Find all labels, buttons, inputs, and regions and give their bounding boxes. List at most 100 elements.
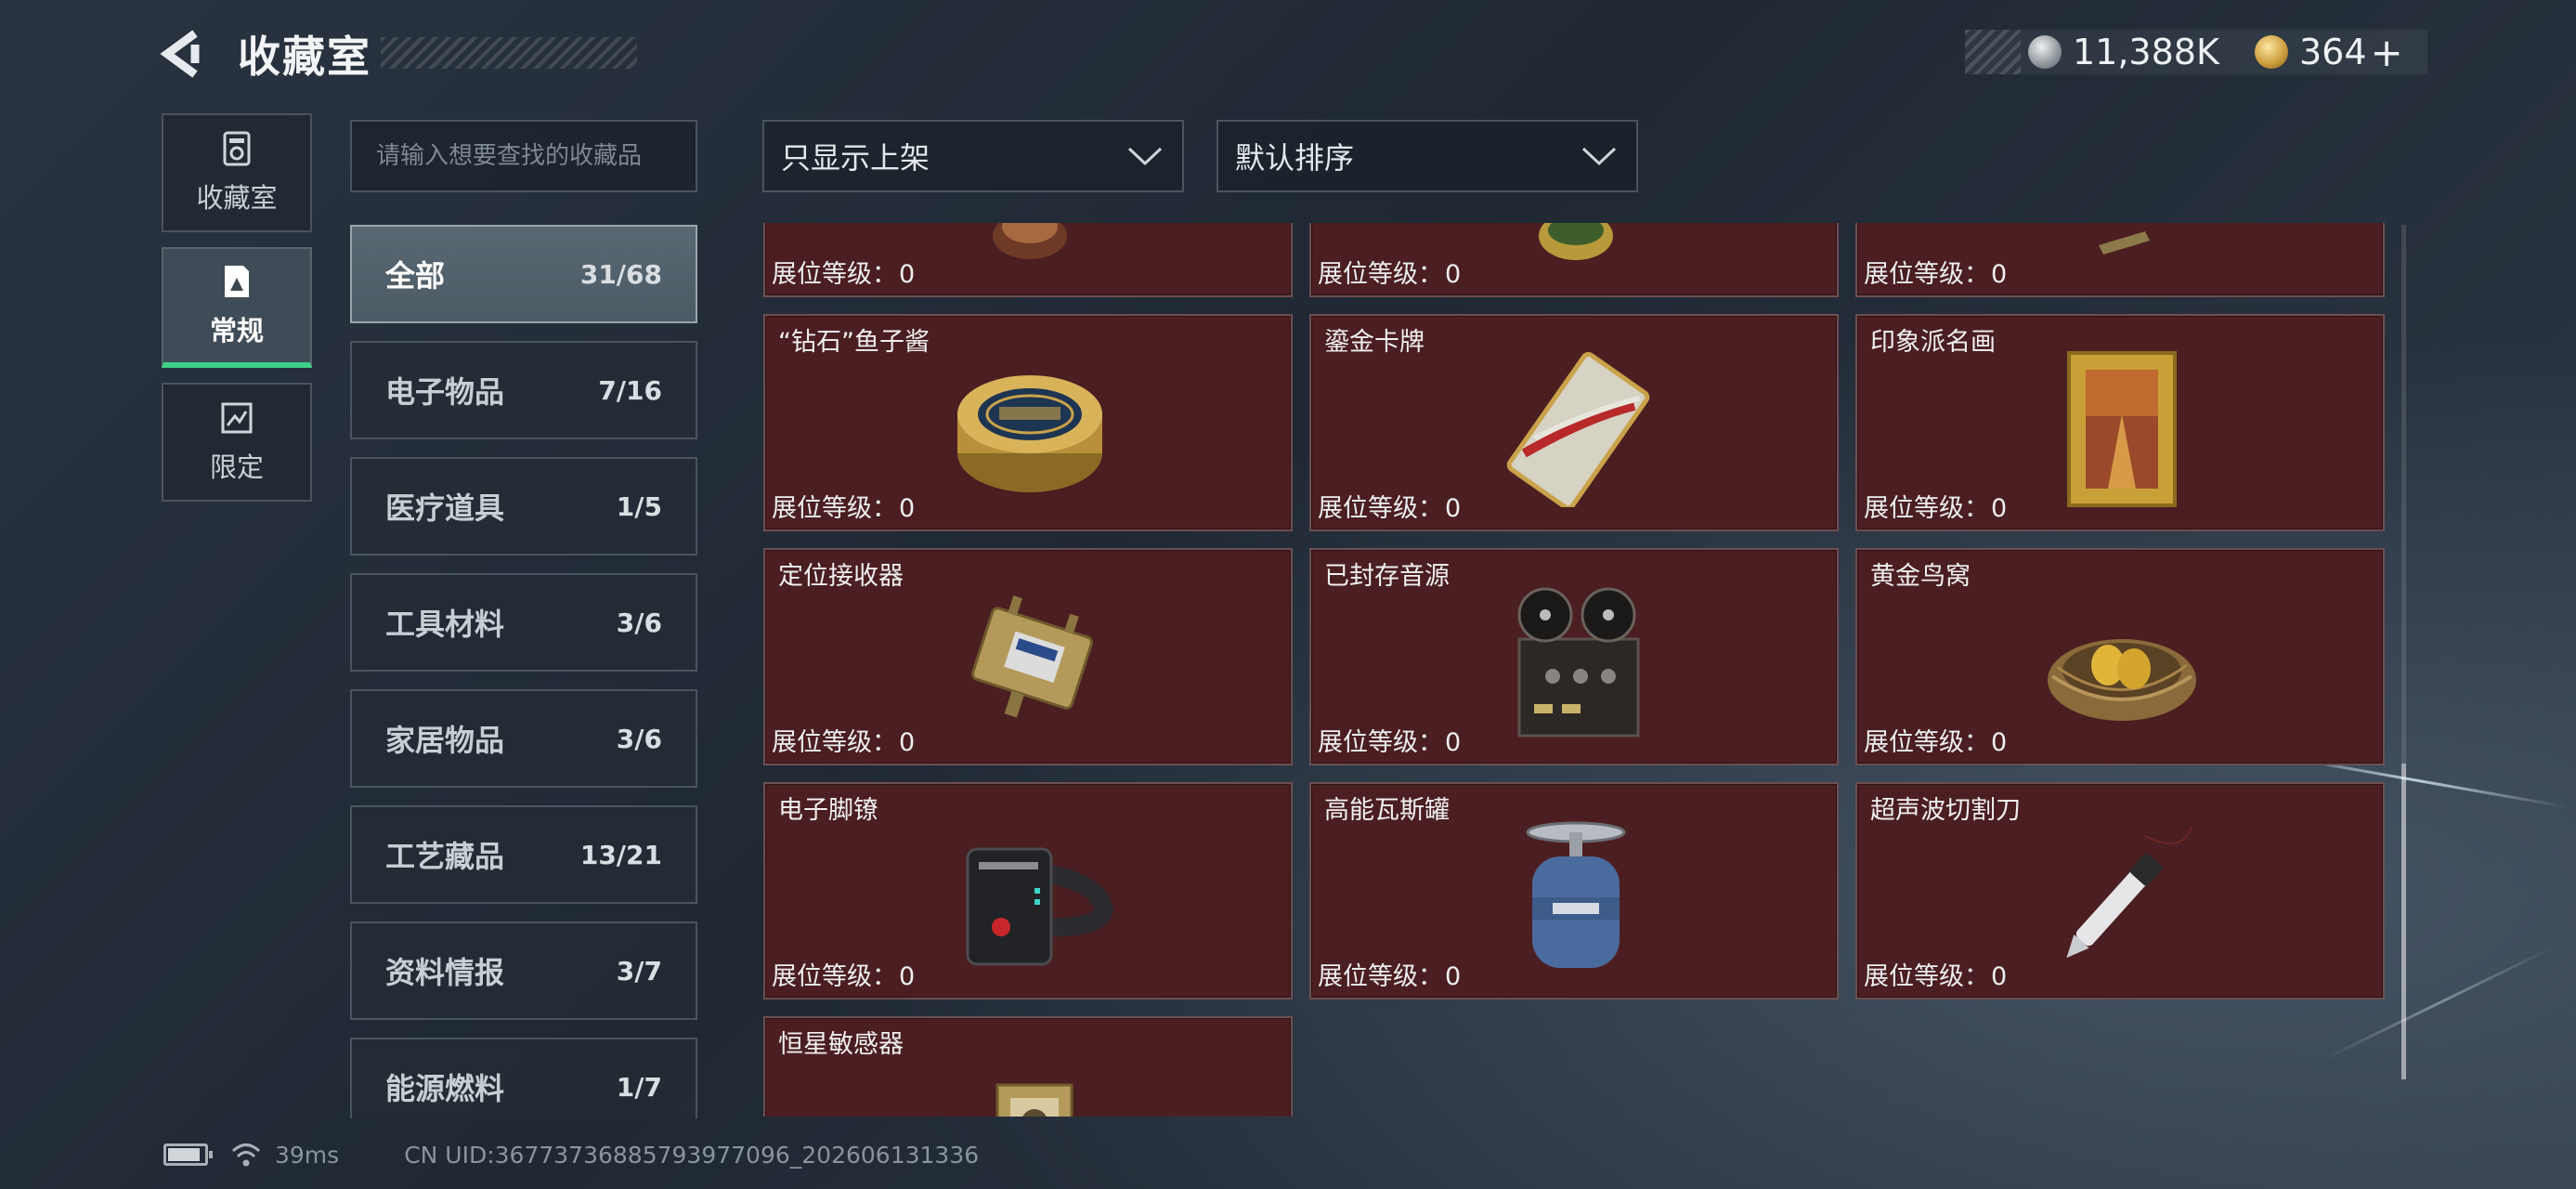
category-medical[interactable]: 医疗道具 1/5	[350, 457, 697, 555]
back-arrow-icon	[160, 30, 200, 78]
category-energy[interactable]: 能源燃料 1/7	[350, 1038, 697, 1118]
search-input[interactable]	[376, 142, 671, 170]
display-level: 展位等级：0	[1864, 488, 2007, 524]
gilded-card-image	[1506, 352, 1650, 507]
collectible-card-impressionist-painting[interactable]: 印象派名画 展位等级：0	[1855, 314, 2385, 531]
category-count: 31/68	[579, 258, 662, 290]
category-name: 家居物品	[385, 723, 505, 758]
collectible-card-gilded-card[interactable]: 鎏金卡牌 展位等级：0	[1309, 314, 1839, 531]
grid-scrollbar[interactable]	[2401, 225, 2406, 1079]
side-nav: 收藏室 常规 限定	[162, 113, 312, 516]
sort-selected: 默认排序	[1235, 140, 1355, 176]
level-label: 展位等级：	[1864, 728, 1989, 757]
nav-item-collection-room[interactable]: 收藏室	[162, 113, 312, 232]
collectible-card-diamond-caviar[interactable]: “钻石”鱼子酱 展位等级：0	[763, 314, 1293, 531]
level-value: 0	[899, 728, 916, 757]
availability-dropdown[interactable]: 只显示上架	[762, 120, 1184, 192]
item-name: 电子脚镣	[778, 796, 878, 825]
silver-coin-icon	[2028, 35, 2062, 69]
search-box[interactable]	[350, 120, 697, 192]
level-value: 0	[1445, 494, 1462, 523]
limited-icon	[221, 402, 253, 434]
item-name: 已封存音源	[1324, 562, 1450, 591]
collection-grid: 展位等级：0 展位等级：0 展位等级：0 “钻石”鱼子酱 展位等级：0 鎏金卡牌	[761, 223, 2387, 1117]
star-sensor-image	[995, 1083, 1073, 1117]
item-name: 印象派名画	[1870, 328, 1996, 357]
gold-amount: 364	[2299, 32, 2367, 72]
item-name: 鎏金卡牌	[1324, 328, 1425, 357]
collectible-card-golden-nest[interactable]: 黄金鸟窝 展位等级：0	[1855, 548, 2385, 765]
level-value: 0	[1991, 260, 2008, 289]
item-image	[1539, 223, 1613, 260]
collectible-card-sealed-audio-source[interactable]: 已封存音源 展位等级：0	[1309, 548, 1839, 765]
category-count: 1/7	[616, 1071, 662, 1103]
collectible-card[interactable]: 展位等级：0	[763, 223, 1293, 297]
user-uid: CN UID:3677373688579397709​6_20260613133…	[404, 1141, 980, 1169]
display-level: 展位等级：0	[1318, 956, 1461, 992]
category-crafts[interactable]: 工艺藏品 13/21	[350, 805, 697, 904]
add-currency-button[interactable]: +	[2371, 30, 2403, 75]
status-bar: 39ms CN UID:3677373688579397709​6_202606…	[163, 1139, 979, 1170]
level-value: 0	[1445, 260, 1462, 289]
level-label: 展位等级：	[1318, 494, 1443, 523]
display-level: 展位等级：0	[1864, 254, 2007, 290]
collectible-card-star-sensor[interactable]: 恒星敏感器 展位等级：0	[763, 1016, 1293, 1117]
nav-label: 限定	[209, 451, 264, 483]
category-name: 工具材料	[385, 607, 505, 642]
sort-dropdown[interactable]: 默认排序	[1216, 120, 1638, 192]
wifi-icon	[231, 1143, 261, 1167]
category-tools[interactable]: 工具材料 3/6	[350, 573, 697, 672]
level-label: 展位等级：	[772, 962, 897, 991]
collectible-card-electronic-anklet[interactable]: 电子脚镣 展位等级：0	[763, 782, 1293, 1000]
display-level: 展位等级：0	[1864, 956, 2007, 992]
level-value: 0	[1445, 728, 1462, 757]
collectible-card[interactable]: 展位等级：0	[1855, 223, 2385, 297]
item-name: 超声波切割刀	[1870, 796, 2021, 825]
level-label: 展位等级：	[772, 494, 897, 523]
level-value: 0	[1445, 962, 1462, 991]
nav-item-limited[interactable]: 限定	[162, 383, 312, 502]
availability-selected: 只显示上架	[781, 140, 930, 176]
display-level: 展位等级：0	[772, 956, 915, 992]
silver-currency: 11,388K	[2028, 32, 2219, 72]
caviar-tin-image	[957, 375, 1102, 492]
category-list: 全部 31/68 电子物品 7/16 医疗道具 1/5 工具材料 3/6 家居物…	[350, 225, 697, 1118]
display-level: 展位等级：0	[772, 254, 915, 290]
level-value: 0	[899, 962, 916, 991]
level-value: 0	[1991, 494, 2008, 523]
category-electronics[interactable]: 电子物品 7/16	[350, 341, 697, 439]
level-label: 展位等级：	[1864, 962, 1989, 991]
category-household[interactable]: 家居物品 3/6	[350, 689, 697, 788]
category-name: 电子物品	[385, 374, 505, 410]
nav-label: 收藏室	[196, 182, 278, 214]
ping-value: 39ms	[275, 1141, 340, 1169]
category-all[interactable]: 全部 31/68	[350, 225, 697, 323]
gold-currency[interactable]: 364 +	[2255, 30, 2403, 75]
category-name: 能源燃料	[385, 1071, 505, 1106]
back-button[interactable]	[158, 28, 214, 80]
gas-canister-image	[1526, 821, 1626, 968]
category-name: 全部	[385, 258, 446, 294]
level-value: 0	[899, 494, 916, 523]
collectible-card[interactable]: 展位等级：0	[1309, 223, 1839, 297]
item-image	[993, 223, 1067, 259]
nav-item-regular[interactable]: 常规	[162, 247, 312, 368]
level-value: 0	[1991, 962, 2008, 991]
receiver-device-image	[970, 595, 1094, 718]
collection-room-icon	[223, 131, 251, 166]
golden-nest-image	[2048, 639, 2196, 721]
currency-bar: 11,388K 364 +	[1965, 30, 2427, 75]
collectible-card-gas-canister[interactable]: 高能瓦斯罐 展位等级：0	[1309, 782, 1839, 1000]
scrollbar-thumb[interactable]	[2401, 764, 2406, 1079]
category-count: 3/6	[616, 723, 662, 754]
chevron-down-icon	[1127, 147, 1163, 166]
category-intel[interactable]: 资料情报 3/7	[350, 921, 697, 1020]
item-name: 定位接收器	[778, 562, 904, 591]
collectible-card-ultrasonic-cutter[interactable]: 超声波切割刀 展位等级：0	[1855, 782, 2385, 1000]
category-count: 3/7	[616, 955, 662, 986]
level-label: 展位等级：	[1318, 260, 1443, 289]
top-header: 收藏室 11,388K 364 +	[0, 0, 2576, 107]
collectible-card-locator-receiver[interactable]: 定位接收器 展位等级：0	[763, 548, 1293, 765]
display-level: 展位等级：0	[1318, 254, 1461, 290]
category-name: 医疗道具	[385, 490, 505, 526]
